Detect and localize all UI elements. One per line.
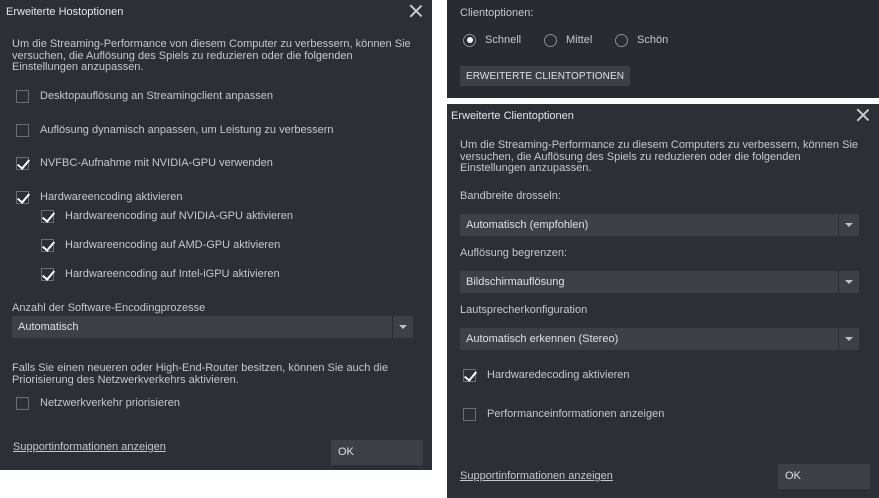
bandwidth-label: Bandbreite drosseln:: [460, 190, 561, 202]
option-label: Hardwareencoding auf Intel-iGPU aktivier…: [65, 268, 280, 280]
bandwidth-select[interactable]: Automatisch (empfohlen): [460, 214, 859, 236]
resolution-label: Auflösung begrenzen:: [460, 247, 568, 259]
support-info-link[interactable]: Supportinformationen anzeigen: [460, 470, 613, 482]
client-options-panel: Clientoptionen: Schnell Mittel Schön ERW…: [447, 0, 879, 98]
option-hardware-decoding[interactable]: Hardwaredecoding aktivieren: [463, 367, 629, 383]
option-hw-encoding-amd[interactable]: Hardwareencoding auf AMD-GPU aktivieren: [41, 237, 280, 253]
checkbox-checked[interactable]: [41, 267, 54, 281]
client-dialog-titlebar[interactable]: Erweiterte Clientoptionen: [447, 104, 879, 128]
checkbox[interactable]: [463, 407, 476, 421]
resolution-select[interactable]: Bildschirmauflösung: [460, 271, 859, 293]
select-value: Automatisch erkennen (Stereo): [466, 333, 619, 345]
checkbox[interactable]: [16, 89, 29, 103]
chevron-down-icon[interactable]: [838, 328, 859, 350]
option-hw-encoding-nvidia[interactable]: Hardwareencoding auf NVIDIA-GPU aktivier…: [41, 208, 293, 224]
description-text: Um die Streaming-Performance zu diesem C…: [460, 139, 859, 175]
option-label: Desktopauflösung an Streamingclient anpa…: [40, 90, 273, 102]
speaker-config-select[interactable]: Automatisch erkennen (Stereo): [460, 328, 859, 350]
select-value: Automatisch (empfohlen): [466, 219, 589, 231]
option-label: Hardwareencoding aktivieren: [40, 191, 183, 203]
option-performance-info[interactable]: Performanceinformationen anzeigen: [463, 406, 664, 422]
option-label: Netzwerkverkehr priorisieren: [40, 397, 180, 409]
option-label: NVFBC-Aufnahme mit NVIDIA-GPU verwenden: [40, 157, 273, 169]
select-value: Automatisch: [18, 321, 79, 333]
description-line: Einstellungen anzupassen.: [12, 61, 144, 73]
ok-button[interactable]: OK: [778, 464, 870, 489]
radio-label: Mittel: [566, 34, 593, 46]
checkbox-checked[interactable]: [463, 368, 476, 382]
encoding-processes-label: Anzahl der Software-Encodingprozesse: [12, 302, 206, 314]
ok-button[interactable]: OK: [331, 440, 423, 465]
checkbox-checked[interactable]: [16, 190, 29, 204]
description-line: Einstellungen anzupassen.: [460, 162, 592, 174]
radio-selected[interactable]: [463, 33, 476, 47]
checkbox-checked[interactable]: [16, 156, 29, 170]
radio-label: Schnell: [485, 34, 522, 46]
radio-fast[interactable]: Schnell: [463, 31, 521, 49]
option-label: Hardwareencoding auf NVIDIA-GPU aktivier…: [65, 210, 294, 222]
chevron-down-icon[interactable]: [838, 214, 859, 236]
select-value: Bildschirmauflösung: [466, 276, 565, 288]
client-options-label: Clientoptionen:: [460, 7, 534, 19]
option-match-desktop-resolution[interactable]: Desktopauflösung an Streamingclient anpa…: [16, 88, 273, 104]
router-line: Falls Sie einen neueren oder High-End-Ro…: [12, 362, 389, 374]
description-text: Um die Streaming-Performance von diesem …: [12, 38, 411, 74]
radio-label: Schön: [637, 34, 669, 46]
option-hw-encoding-intel[interactable]: Hardwareencoding auf Intel-iGPU aktivier…: [41, 266, 280, 282]
option-nvfbc-capture[interactable]: NVFBC-Aufnahme mit NVIDIA-GPU verwenden: [16, 155, 273, 171]
support-info-link[interactable]: Supportinformationen anzeigen: [13, 441, 166, 453]
option-hardware-encoding[interactable]: Hardwareencoding aktivieren: [16, 189, 182, 205]
option-label: Hardwareencoding auf AMD-GPU aktivieren: [65, 239, 281, 251]
description-line: Um die Streaming-Performance von diesem …: [12, 38, 411, 50]
checkbox[interactable]: [16, 396, 29, 410]
description-line: Um die Streaming-Performance zu diesem C…: [460, 139, 859, 151]
radio-beautiful[interactable]: Schön: [615, 31, 668, 49]
client-options-dialog: Erweiterte Clientoptionen Um die Streami…: [447, 104, 879, 498]
close-icon[interactable]: [856, 108, 870, 122]
speaker-config-label: Lautsprecherkonfiguration: [460, 304, 588, 316]
dialog-title: Erweiterte Clientoptionen: [451, 110, 574, 122]
router-line: Priorisierung des Netzwerkverkehrs aktiv…: [12, 373, 239, 386]
host-options-dialog: Erweiterte Hostoptionen Um die Streaming…: [0, 0, 432, 470]
radio-unselected[interactable]: [544, 33, 557, 47]
radio-unselected[interactable]: [615, 33, 628, 47]
chevron-down-icon[interactable]: [838, 271, 859, 293]
checkbox-checked[interactable]: [41, 238, 54, 252]
option-dynamic-resolution[interactable]: Auflösung dynamisch anpassen, um Leistun…: [16, 122, 334, 138]
encoding-processes-select[interactable]: Automatisch: [12, 316, 413, 338]
option-label: Hardwaredecoding aktivieren: [487, 369, 630, 381]
checkbox-checked[interactable]: [41, 209, 54, 223]
option-label: Performanceinformationen anzeigen: [487, 408, 665, 420]
dialog-title: Erweiterte Hostoptionen: [6, 6, 124, 18]
close-icon[interactable]: [409, 4, 423, 18]
option-label: Auflösung dynamisch anpassen, um Leistun…: [40, 124, 334, 136]
advanced-client-options-button[interactable]: ERWEITERTE CLIENTOPTIONEN: [460, 66, 631, 86]
router-text: Falls Sie einen neueren oder High-End-Ro…: [12, 362, 389, 386]
checkbox[interactable]: [16, 123, 29, 137]
chevron-down-icon[interactable]: [392, 316, 413, 338]
host-dialog-titlebar[interactable]: Erweiterte Hostoptionen: [0, 0, 432, 24]
radio-medium[interactable]: Mittel: [544, 31, 592, 49]
option-prioritize-network[interactable]: Netzwerkverkehr priorisieren: [16, 395, 180, 411]
